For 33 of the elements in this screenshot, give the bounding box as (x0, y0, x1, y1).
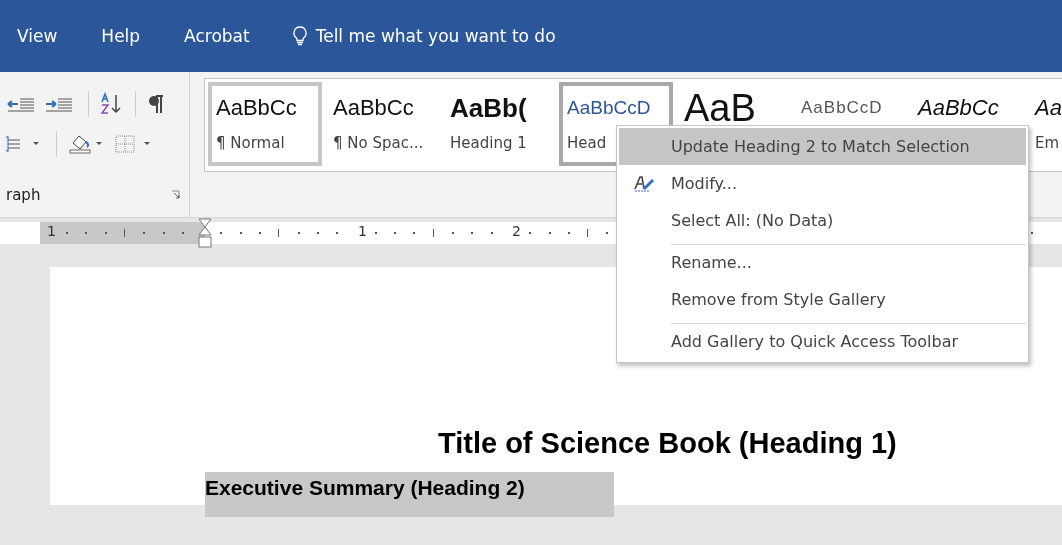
menu-item[interactable]: Update Heading 2 to Match Selection (619, 128, 1026, 165)
style-preview: Aa (1035, 94, 1062, 122)
style-name: ¶ No Spac... (333, 134, 424, 152)
style-preview: AaBbCc (333, 94, 414, 122)
ruler-number: 1 (358, 223, 367, 239)
ruler-number: 1 (47, 223, 56, 239)
menu-tab[interactable]: Help (101, 26, 141, 46)
style-preview: AaBbCc (216, 94, 297, 122)
menu-tab[interactable]: View (17, 26, 58, 46)
style-name: ¶ Normal (216, 134, 285, 152)
menu-item[interactable]: Remove from Style Gallery (619, 281, 1026, 318)
lightbulb-icon (291, 26, 308, 46)
style-option[interactable]: AaBb( Heading 1 (442, 82, 556, 166)
style-preview: AaBb( (450, 91, 527, 125)
style-name: Head (567, 134, 607, 152)
style-name: Em (1035, 134, 1060, 152)
dialog-launcher-icon[interactable] (171, 190, 181, 200)
tell-me-field[interactable]: Tell me what you want to do (291, 26, 556, 46)
document-title: Title of Science Book (Heading 1) (437, 427, 898, 460)
style-option[interactable]: AaBbCc ¶ Normal (208, 82, 322, 166)
indent-marker-icon[interactable] (197, 218, 213, 250)
menu-item[interactable]: Select All: (No Data) (619, 202, 1026, 239)
style-option[interactable]: AaBbCc ¶ No Spac... (325, 82, 439, 166)
style-name: Heading 1 (450, 134, 527, 152)
menu-item[interactable]: Modify... (619, 165, 1026, 202)
pilcrow-icon[interactable] (146, 93, 166, 115)
menu-tab[interactable]: Acrobat (184, 26, 250, 46)
ruler-number: 2 (512, 223, 521, 239)
document-heading: Executive Summary (Heading 2) (205, 472, 614, 517)
group-label: raph (6, 186, 41, 204)
pen-letter-icon (634, 174, 656, 193)
style-option[interactable]: Aa Em (1027, 82, 1062, 166)
style-preview: AaBbCcD (567, 96, 651, 120)
